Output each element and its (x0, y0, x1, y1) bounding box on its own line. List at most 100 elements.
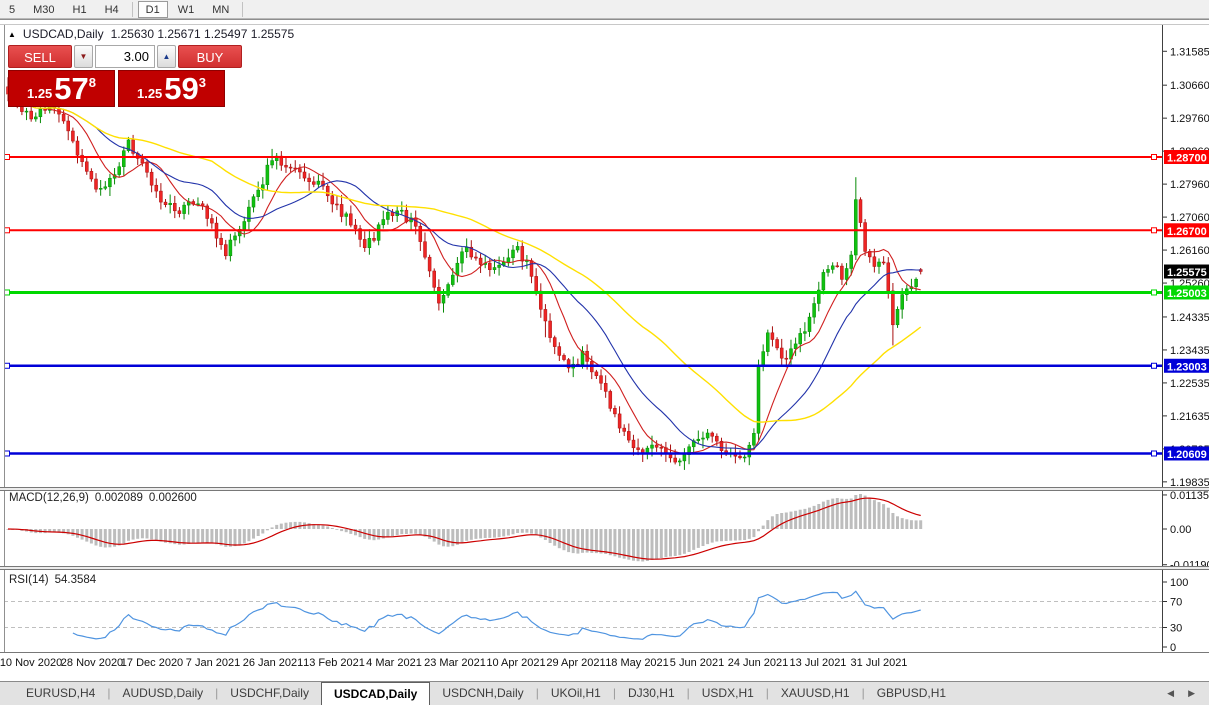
level-axis-label: 1.26700 (1167, 226, 1207, 238)
level-endpoint-marker (1151, 227, 1157, 234)
date-axis-label: 4 Mar 2021 (366, 657, 422, 669)
sell-price-prefix: 1.25 (26, 86, 53, 101)
ma-fast-line (7, 93, 921, 454)
timeframe-toolbar: 5 M30 H1 H4 D1 W1 MN (0, 0, 1209, 19)
volume-increase-button[interactable]: ▲ (157, 45, 176, 68)
chart-tab-eurusd[interactable]: EURUSD,H4 (14, 682, 107, 705)
chart-tab-gbpusd[interactable]: GBPUSD,H1 (865, 682, 958, 705)
sell-price-main: 57 (54, 71, 89, 106)
rsi-name: RSI(14) (9, 574, 49, 586)
buy-price-prefix: 1.25 (136, 86, 163, 101)
toolbar-separator (131, 1, 133, 17)
macd-axis-label: 0.01135 (1170, 490, 1209, 502)
date-axis-label: 29 Apr 2021 (546, 657, 605, 669)
chart-title: ▲ USDCAD,Daily 1.25630 1.25671 1.25497 1… (8, 27, 294, 41)
level-axis-label: 1.20609 (1167, 449, 1207, 461)
chart-window: 1.315851.306601.297601.288601.279601.270… (0, 19, 1209, 705)
rsi-axis-label: 70 (1170, 597, 1182, 609)
buy-price-display[interactable]: 1.25 59 3 (118, 70, 225, 107)
timeframe-button-D1[interactable]: D1 (137, 0, 168, 18)
price-axis-label: 1.27960 (1170, 179, 1209, 191)
chart-tab-xauusd[interactable]: XAUUSD,H1 (769, 682, 862, 705)
price-axis-label: 1.29760 (1170, 113, 1209, 125)
rsi-line (72, 590, 921, 640)
date-axis-label: 31 Jul 2021 (851, 657, 908, 669)
level-endpoint-marker (4, 227, 10, 234)
ma-slow-line (7, 93, 922, 423)
date-axis-label: 10 Nov 2020 (0, 657, 62, 669)
one-click-trading-panel: SELL ▼ ▲ BUY 1.25 57 8 1.25 59 3 (8, 45, 242, 107)
date-axis-label: 28 Nov 2020 (61, 657, 123, 669)
level-endpoint-marker (4, 289, 10, 296)
buy-price-main: 59 (164, 71, 199, 106)
ma-mid-line (7, 93, 921, 450)
price-axis-label: 1.24335 (1170, 312, 1209, 324)
level-endpoint-marker (1151, 289, 1157, 296)
price-axis-label: 1.22535 (1170, 378, 1209, 390)
sell-price-display[interactable]: 1.25 57 8 (8, 70, 115, 107)
rsi-axis-label: 30 (1170, 623, 1182, 635)
price-axis-label: 1.27060 (1170, 212, 1209, 224)
timeframe-button-H1[interactable]: H1 (65, 1, 95, 18)
timeframe-button-M30[interactable]: M30 (25, 1, 62, 18)
chart-tab-bar: EURUSD,H4 | AUDUSD,Daily | USDCHF,Daily USDCA… (0, 681, 1209, 705)
date-axis-label: 13 Feb 2021 (303, 657, 365, 669)
date-axis-label: 5 Jun 2021 (670, 657, 724, 669)
macd-name: MACD(12,26,9) (9, 492, 89, 504)
rsi-value: 54.3584 (54, 574, 97, 586)
price-chart-canvas[interactable]: 1.315851.306601.297601.288601.279601.270… (0, 20, 1209, 705)
chart-tab-audusd[interactable]: AUDUSD,Daily (110, 682, 215, 705)
buy-price-pipette: 3 (198, 75, 207, 90)
chart-ohlc-values: 1.25630 1.25671 1.25497 1.25575 (110, 27, 295, 41)
chart-symbol-period: USDCAD,Daily (22, 27, 104, 41)
price-axis-label: 1.31585 (1170, 46, 1209, 58)
macd-signal-value: 0.002600 (148, 492, 197, 504)
level-endpoint-marker (1151, 154, 1157, 160)
macd-signal-line (7, 497, 921, 560)
level-axis-label: 1.25003 (1167, 288, 1207, 300)
chart-tab-usdchf[interactable]: USDCHF,Daily (218, 682, 321, 705)
date-axis-label: 13 Jul 2021 (790, 657, 847, 669)
candlesticks (6, 77, 923, 470)
price-axis-label: 1.23435 (1170, 345, 1209, 357)
level-axis-label: 1.28700 (1167, 153, 1207, 165)
chart-tab-usdcad[interactable]: USDCAD,Daily (320, 682, 431, 705)
price-axis-label: 1.30660 (1170, 80, 1209, 92)
chart-tab-ukoil[interactable]: UKOil,H1 (539, 682, 613, 705)
macd-indicator-label: MACD(12,26,9) 0.002089 0.002600 (9, 492, 197, 504)
timeframe-button-MN[interactable]: MN (204, 1, 237, 18)
price-axis-label: 1.21635 (1170, 411, 1209, 423)
volume-decrease-button[interactable]: ▼ (74, 45, 93, 68)
toolbar-separator (242, 1, 244, 17)
chart-tab-usdcnh[interactable]: USDCNH,Daily (430, 682, 535, 705)
timeframe-button-W1[interactable]: W1 (170, 1, 203, 18)
volume-input[interactable] (95, 45, 155, 68)
macd-histogram (6, 494, 923, 562)
rsi-indicator-label: RSI(14) 54.3584 (9, 574, 96, 586)
date-axis-label: 18 May 2021 (605, 657, 669, 669)
price-axis-label: 1.26160 (1170, 245, 1209, 257)
tab-navigation: ◀ ▶ (1167, 682, 1209, 705)
date-axis-label: 26 Jan 2021 (243, 657, 304, 669)
date-axis-label: 24 Jun 2021 (728, 657, 789, 669)
tab-scroll-right-icon[interactable]: ▶ (1188, 688, 1195, 699)
macd-axis-label: 0.00 (1170, 524, 1191, 536)
date-axis-label: 10 Apr 2021 (486, 657, 545, 669)
level-axis-label: 1.23003 (1167, 361, 1207, 373)
sell-price-pipette: 8 (88, 75, 97, 90)
sell-button[interactable]: SELL (8, 45, 72, 68)
date-axis-label: 17 Dec 2020 (121, 657, 183, 669)
level-endpoint-marker (1151, 362, 1157, 369)
rsi-axis-label: 100 (1170, 577, 1188, 589)
collapse-arrow-icon[interactable]: ▲ (8, 30, 16, 39)
chart-tab-dj30[interactable]: DJ30,H1 (616, 682, 687, 705)
timeframe-button-H4[interactable]: H4 (97, 1, 127, 18)
date-axis-label: 7 Jan 2021 (186, 657, 240, 669)
macd-main-value: 0.002089 (94, 492, 143, 504)
timeframe-button-5[interactable]: 5 (1, 1, 23, 18)
tab-scroll-left-icon[interactable]: ◀ (1167, 688, 1174, 699)
buy-button[interactable]: BUY (178, 45, 242, 68)
level-endpoint-marker (4, 450, 10, 457)
chart-tab-usdx[interactable]: USDX,H1 (690, 682, 766, 705)
level-endpoint-marker (4, 362, 10, 369)
